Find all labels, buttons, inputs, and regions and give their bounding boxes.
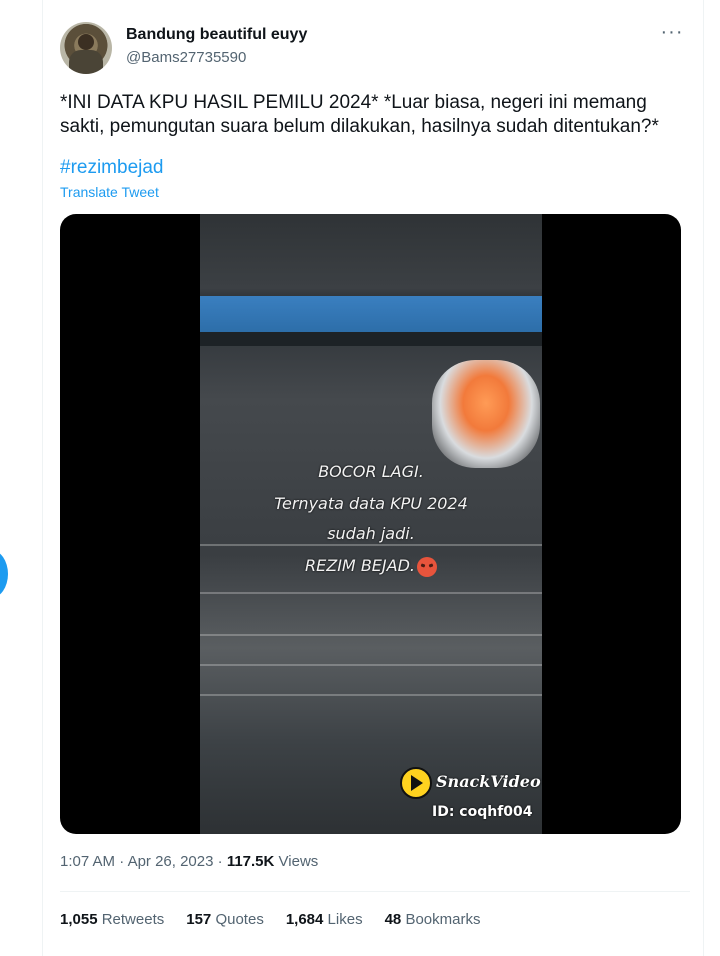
- video-line: [200, 694, 542, 696]
- user-handle[interactable]: @Bams27735590: [126, 49, 246, 66]
- video-line: [200, 592, 542, 594]
- meta-separator: ·: [217, 853, 223, 870]
- overlay-line-1: BOCOR LAGI.: [318, 462, 424, 481]
- column-border-right: [703, 0, 704, 956]
- stat-count: 1,055: [60, 911, 98, 928]
- video-blue-band: [200, 296, 542, 332]
- video-line: [200, 544, 542, 546]
- engagement-stats: 1,055 Retweets 157 Quotes 1,684 Likes 48…: [60, 911, 480, 928]
- more-options-icon[interactable]: ···: [658, 22, 686, 48]
- divider: [60, 891, 690, 892]
- overlay-line-4-text: REZIM BEJAD.: [305, 556, 415, 575]
- tweet-time[interactable]: 1:07 AM: [60, 853, 115, 870]
- video-frame: BOCOR LAGI. Ternyata data KPU 2024 sudah…: [200, 214, 542, 834]
- stat-count: 157: [186, 911, 212, 928]
- stat-label: Likes: [327, 911, 363, 928]
- angry-face-icon: [416, 556, 437, 577]
- stat-likes[interactable]: 1,684 Likes: [286, 911, 363, 928]
- avatar[interactable]: [60, 22, 112, 74]
- views-label: Views: [278, 853, 319, 870]
- tweet-meta: 1:07 AM · Apr 26, 2023 · 117.5K Views: [60, 853, 318, 870]
- display-name[interactable]: Bandung beautiful euyy: [126, 26, 307, 44]
- snackvideo-watermark: SnackVideo: [436, 772, 541, 791]
- stat-bookmarks[interactable]: 48 Bookmarks: [385, 911, 481, 928]
- video-media[interactable]: BOCOR LAGI. Ternyata data KPU 2024 sudah…: [60, 214, 681, 834]
- stat-retweets[interactable]: 1,055 Retweets: [60, 911, 164, 928]
- avatar-body: [69, 50, 103, 74]
- blurred-logo: [432, 360, 540, 468]
- avatar-head: [78, 34, 94, 50]
- snackvideo-id: ID: coqhf004: [432, 804, 533, 820]
- overlay-line-4: REZIM BEJAD.: [200, 556, 542, 577]
- tweet-text: *INI DATA KPU HASIL PEMILU 2024* *Luar b…: [60, 92, 659, 137]
- stat-label: Retweets: [101, 911, 165, 928]
- hashtag-link[interactable]: #rezimbejad: [60, 157, 164, 179]
- video-line: [200, 664, 542, 666]
- video-line: [200, 634, 542, 636]
- meta-separator: ·: [119, 853, 125, 870]
- views-count: 117.5K: [226, 853, 275, 870]
- overlay-line-2: Ternyata data KPU 2024: [274, 494, 468, 513]
- stat-count: 48: [384, 911, 402, 928]
- overlay-line-3: sudah jadi.: [327, 524, 415, 543]
- snackvideo-logo-icon: [400, 767, 432, 799]
- tweet-date[interactable]: Apr 26, 2023: [128, 853, 214, 870]
- stat-quotes[interactable]: 157 Quotes: [186, 911, 264, 928]
- side-action-button[interactable]: [0, 550, 8, 598]
- column-border-left: [42, 0, 43, 956]
- stat-count: 1,684: [285, 911, 324, 928]
- stat-label: Quotes: [215, 911, 264, 928]
- translate-tweet-link[interactable]: Translate Tweet: [60, 184, 159, 200]
- video-dark-band: [200, 332, 542, 346]
- stat-label: Bookmarks: [405, 911, 481, 928]
